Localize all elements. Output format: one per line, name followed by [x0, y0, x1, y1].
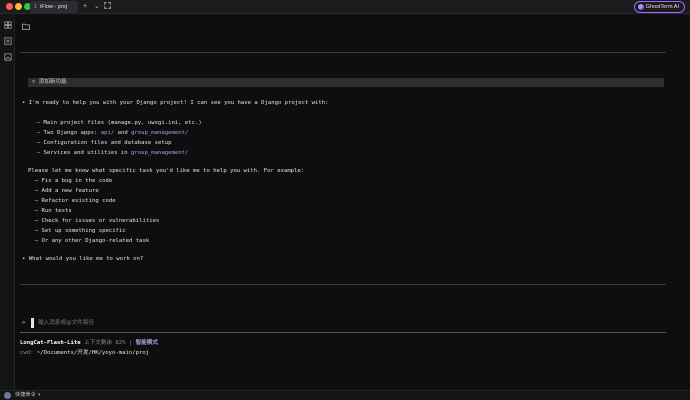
response-text: – Refactor existing code: [28, 198, 116, 204]
chevron-down-icon[interactable]: ⌄: [94, 2, 100, 12]
layout-icon[interactable]: [4, 21, 12, 29]
brand-label: GhostTerm AI: [645, 4, 679, 10]
brand-badge[interactable]: GhostTerm AI: [633, 1, 685, 13]
path-highlight: group_management/: [131, 130, 189, 136]
response-text: • What would you like me to work on?: [22, 256, 144, 262]
status-separator: |: [128, 340, 133, 346]
avatar[interactable]: [4, 392, 11, 399]
response-text: – Or any other Django-related task: [28, 238, 150, 244]
response-text: – Add a new feature: [28, 188, 99, 194]
response-line: – Add a new feature: [28, 186, 99, 196]
response-text: – Main project files (manage.py, uwsgi.i…: [30, 120, 202, 126]
list-icon[interactable]: [4, 37, 12, 45]
response-text: and: [114, 130, 132, 136]
bottom-bar: 快捷命令 ▾: [0, 390, 690, 400]
brand-logo-icon: [637, 4, 644, 10]
expand-icon[interactable]: [104, 2, 111, 13]
response-text: • I'm ready to help you with your Django…: [22, 100, 329, 106]
response-line: – Run tests: [28, 206, 72, 216]
left-sidebar: [0, 14, 15, 390]
response-line: – Refactor existing code: [28, 196, 116, 206]
title-bar: 1 iFlow - proj + ⌄ GhostTerm AI: [0, 0, 690, 14]
folder-icon[interactable]: [22, 17, 30, 30]
response-line: – Configuration files and database setup: [30, 138, 172, 148]
tab-title: iFlow - proj: [40, 4, 67, 10]
text-cursor: [31, 318, 34, 328]
cwd-line: cwd: ~/Documents/开发/HK/yoyo-main/proj: [20, 348, 149, 358]
quick-commands-button[interactable]: 快捷命令: [15, 391, 36, 400]
divider-middle: [20, 284, 666, 285]
response-line: – Two Django apps: api/ and group_manage…: [30, 128, 189, 138]
response-text: – Configuration files and database setup: [30, 140, 172, 146]
response-line: Please let me know what specific task yo…: [28, 166, 304, 176]
status-line: LongCat-Flash-Lite 上下文剩余 82% | 智能模式: [20, 338, 158, 348]
path-highlight: group_management/: [131, 150, 189, 156]
command-echo-bar: > 添加新功能: [28, 78, 664, 87]
divider-input: [20, 332, 666, 333]
tab-iflow[interactable]: 1 iFlow - proj: [30, 1, 78, 13]
terminal-pane: > 添加新功能 • I'm ready to help you with you…: [16, 14, 690, 390]
cwd-label: cwd:: [20, 350, 34, 356]
response-text: – Check for issues or vulnerabilities: [28, 218, 160, 224]
input-placeholder: 输入消息或@文件路径: [38, 320, 94, 326]
response-text: – Set up something specific: [28, 228, 126, 234]
chevron-down-icon[interactable]: ▾: [38, 391, 41, 400]
input-prompt: >: [22, 320, 26, 326]
plus-icon[interactable]: +: [83, 2, 87, 12]
response-text: – Run tests: [28, 208, 72, 214]
response-line: – Fix a bug in the code: [28, 176, 112, 186]
mode-badge: 智能模式: [135, 340, 158, 346]
divider-top: [20, 52, 666, 53]
response-line: • What would you like me to work on?: [22, 254, 143, 264]
response-line: – Services and utilities in group_manage…: [30, 148, 189, 158]
image-icon[interactable]: [4, 53, 12, 61]
model-name: LongCat-Flash-Lite: [20, 340, 81, 346]
command-text: > 添加新功能: [32, 79, 67, 85]
context-remaining: 上下文剩余 82%: [84, 340, 126, 346]
close-window-button[interactable]: [6, 3, 13, 10]
response-text: – Services and utilities in: [30, 150, 132, 156]
response-text: Please let me know what specific task yo…: [28, 168, 305, 174]
response-text: – Fix a bug in the code: [28, 178, 113, 184]
path-highlight: api/: [100, 130, 115, 136]
response-line: – Or any other Django-related task: [28, 236, 150, 246]
message-input[interactable]: > 输入消息或@文件路径: [22, 318, 662, 328]
response-line: • I'm ready to help you with your Django…: [22, 98, 328, 108]
minimize-window-button[interactable]: [15, 3, 22, 10]
response-line: – Check for issues or vulnerabilities: [28, 216, 160, 226]
tab-index: 1: [34, 4, 38, 10]
cwd-path: ~/Documents/开发/HK/yoyo-main/proj: [36, 350, 150, 356]
response-line: – Main project files (manage.py, uwsgi.i…: [30, 118, 202, 128]
response-text: – Two Django apps:: [30, 130, 101, 136]
response-line: – Set up something specific: [28, 226, 126, 236]
